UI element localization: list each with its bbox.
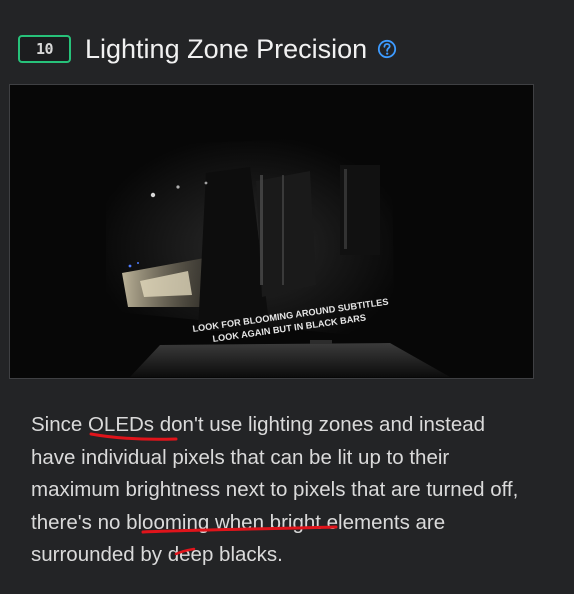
score-badge: 10 (18, 35, 71, 63)
test-title: Lighting Zone Precision (85, 33, 368, 64)
test-header: 10 Lighting Zone Precision (18, 30, 397, 68)
question-circle-icon[interactable] (377, 39, 397, 59)
tv-blooming-photo: LOOK FOR BLOOMING AROUND SUBTITLES LOOK … (10, 85, 533, 378)
description-text: Since OLEDs don't use lighting zones and… (31, 413, 519, 566)
test-photo: LOOK FOR BLOOMING AROUND SUBTITLES LOOK … (9, 84, 534, 379)
